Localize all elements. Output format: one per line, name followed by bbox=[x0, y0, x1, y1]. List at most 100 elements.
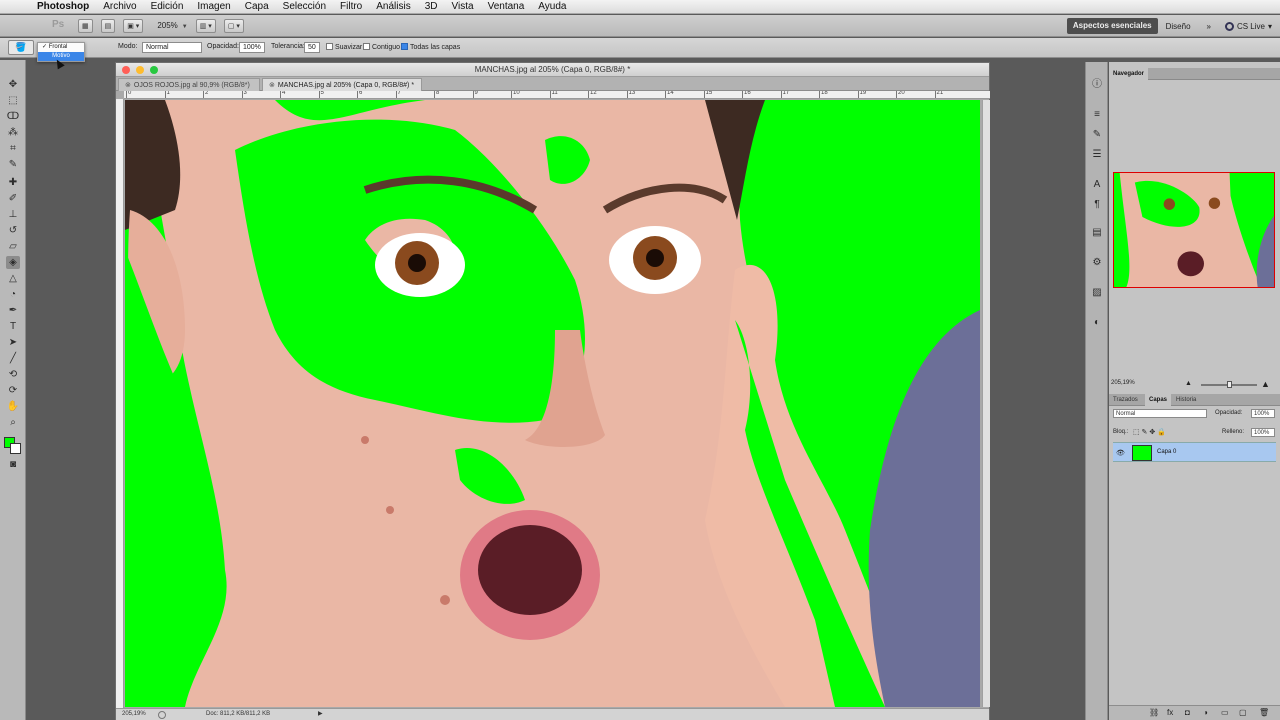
adjustments-panel-icon[interactable]: ≡ bbox=[1090, 108, 1104, 122]
status-menu-arrow-icon[interactable]: ▶ bbox=[318, 709, 323, 720]
3d-rotate-tool-icon[interactable]: ⟲ bbox=[6, 368, 20, 381]
menu-edicion[interactable]: Edición bbox=[144, 1, 191, 12]
tool-preset-picker[interactable]: 🪣 bbox=[8, 40, 34, 55]
mini-bridge-button[interactable]: ▤ bbox=[100, 18, 116, 33]
adjustment-layer-icon[interactable]: ◑ bbox=[1203, 708, 1208, 717]
3d-camera-tool-icon[interactable]: ⟳ bbox=[6, 384, 20, 397]
menu-photoshop[interactable]: Photoshop bbox=[30, 1, 96, 12]
link-layers-icon[interactable]: ⛓ bbox=[1149, 708, 1159, 717]
layer-style-icon[interactable]: fx bbox=[1167, 708, 1173, 717]
vertical-ruler[interactable] bbox=[116, 99, 124, 708]
tab-ojos-rojos[interactable]: ⊗ OJOS ROJOS.jpg al 90,9% (RGB/8*) bbox=[118, 78, 260, 91]
document-titlebar[interactable]: MANCHAS.jpg al 205% (Capa 0, RGB/8#) * bbox=[116, 63, 989, 77]
type-tool-icon[interactable]: T bbox=[6, 320, 20, 333]
opacity-field[interactable]: 100% bbox=[239, 42, 265, 53]
view-extras-button[interactable]: ▣ ▾ bbox=[123, 18, 144, 33]
trash-icon[interactable]: 🗑 bbox=[1259, 708, 1269, 717]
new-group-icon[interactable]: ▭ bbox=[1221, 708, 1229, 717]
status-info-icon[interactable] bbox=[158, 711, 166, 719]
arrange-documents-button[interactable]: ▥ ▾ bbox=[195, 18, 216, 33]
horizontal-ruler[interactable]: 0 1 2 3 4 5 6 7 8 9 10 11 12 13 14 15 16 17 18 19 20 21 bbox=[124, 91, 990, 99]
all-layers-checkbox[interactable]: Todas las capas bbox=[401, 43, 460, 51]
fill-source-option-frontal[interactable]: ✓ Frontal bbox=[38, 43, 84, 52]
lock-icons[interactable]: ⬚ ✎ ✥ 🔒 bbox=[1133, 428, 1166, 436]
paint-bucket-tool-icon[interactable]: ◈ bbox=[6, 256, 20, 269]
brush-tool-icon[interactable]: ✐ bbox=[6, 192, 20, 205]
menu-imagen[interactable]: Imagen bbox=[190, 1, 237, 12]
menu-seleccion[interactable]: Selección bbox=[276, 1, 333, 12]
new-layer-icon[interactable]: ▢ bbox=[1239, 708, 1247, 717]
minimize-window-icon[interactable] bbox=[136, 66, 144, 74]
background-color-swatch[interactable] bbox=[10, 443, 21, 454]
marquee-tool-icon[interactable]: ⬚ bbox=[6, 94, 20, 107]
tab-capas[interactable]: Capas bbox=[1145, 394, 1172, 406]
contiguous-checkbox[interactable]: Contiguo bbox=[363, 43, 400, 51]
paragraph-panel-icon[interactable]: ¶ bbox=[1090, 198, 1104, 212]
navigator-zoom-value[interactable]: 205,19% bbox=[1111, 380, 1135, 386]
brushes-panel-icon[interactable]: ✎ bbox=[1090, 128, 1104, 142]
workspace-essentials-button[interactable]: Aspectos esenciales bbox=[1066, 18, 1158, 34]
healing-brush-tool-icon[interactable]: ✚ bbox=[6, 176, 20, 189]
zoom-level-select[interactable]: 205% ▼ bbox=[157, 21, 187, 30]
menu-3d[interactable]: 3D bbox=[418, 1, 445, 12]
dodge-tool-icon[interactable]: ◔ bbox=[6, 288, 20, 301]
shape-tool-icon[interactable]: ╱ bbox=[6, 352, 20, 365]
smooth-checkbox[interactable]: Suavizar bbox=[326, 43, 362, 51]
3d-panel-icon[interactable]: ◐ bbox=[1090, 316, 1104, 330]
menu-ayuda[interactable]: Ayuda bbox=[531, 1, 573, 12]
layer-opacity-field[interactable]: 100% bbox=[1251, 409, 1275, 418]
menu-ventana[interactable]: Ventana bbox=[481, 1, 532, 12]
vertical-scrollbar[interactable] bbox=[982, 100, 990, 707]
history-brush-tool-icon[interactable]: ↺ bbox=[6, 224, 20, 237]
styles-panel-icon[interactable]: ▤ bbox=[1090, 226, 1104, 240]
clone-stamp-tool-icon[interactable]: ⊥ bbox=[6, 208, 20, 221]
clone-source-panel-icon[interactable]: ☰ bbox=[1090, 148, 1104, 162]
cs-live-button[interactable]: CS Live ▾ bbox=[1224, 21, 1272, 31]
navigator-zoom-slider-knob[interactable] bbox=[1227, 381, 1232, 388]
layer-name[interactable]: Capa 0 bbox=[1157, 449, 1176, 455]
zoom-tool-icon[interactable]: ⌕ bbox=[6, 416, 20, 429]
zoom-in-icon[interactable]: ▲ bbox=[1261, 379, 1270, 389]
navigator-thumbnail[interactable] bbox=[1113, 172, 1275, 288]
blend-mode-select[interactable]: Normal bbox=[1113, 409, 1207, 418]
tolerance-field[interactable]: 50 bbox=[304, 42, 320, 53]
screen-mode-button[interactable]: ▢ ▾ bbox=[223, 18, 244, 33]
move-tool-icon[interactable]: ✥ bbox=[6, 78, 20, 91]
tab-trazados[interactable]: Trazados bbox=[1109, 394, 1142, 406]
info-panel-icon[interactable]: ⓘ bbox=[1090, 78, 1104, 92]
quick-mask-icon[interactable]: ◙ bbox=[6, 458, 20, 471]
actions-panel-icon[interactable]: ⚙ bbox=[1090, 256, 1104, 270]
navigator-image-icon[interactable]: ▨ bbox=[1090, 286, 1104, 300]
tab-historia[interactable]: Historia bbox=[1172, 394, 1200, 406]
tab-navegador[interactable]: Navegador bbox=[1109, 68, 1149, 80]
menu-vista[interactable]: Vista bbox=[445, 1, 481, 12]
zoom-out-icon[interactable]: ▲ bbox=[1185, 380, 1192, 387]
fill-field[interactable]: 100% bbox=[1251, 428, 1275, 437]
menu-analisis[interactable]: Análisis bbox=[369, 1, 417, 12]
bridge-button[interactable]: ▦ bbox=[78, 18, 93, 33]
eyedropper-tool-icon[interactable]: ✎ bbox=[6, 158, 20, 171]
zoom-window-icon[interactable] bbox=[150, 66, 158, 74]
menu-archivo[interactable]: Archivo bbox=[96, 1, 143, 12]
workspace-design-button[interactable]: Diseño bbox=[1158, 22, 1199, 31]
more-workspaces-button[interactable]: » bbox=[1199, 22, 1219, 31]
eraser-tool-icon[interactable]: ▱ bbox=[6, 240, 20, 253]
menu-filtro[interactable]: Filtro bbox=[333, 1, 369, 12]
crop-tool-icon[interactable]: ⌗ bbox=[6, 142, 20, 155]
close-window-icon[interactable] bbox=[122, 66, 130, 74]
pen-tool-icon[interactable]: ✒ bbox=[6, 304, 20, 317]
path-selection-tool-icon[interactable]: ➤ bbox=[6, 336, 20, 349]
menu-capa[interactable]: Capa bbox=[238, 1, 276, 12]
layer-row[interactable]: 👁 Capa 0 bbox=[1113, 442, 1276, 462]
tab-manchas[interactable]: ⊗ MANCHAS.jpg al 205% (Capa 0, RGB/8#) * bbox=[262, 78, 422, 91]
close-tab-icon[interactable]: ⊗ bbox=[269, 82, 275, 89]
character-panel-icon[interactable]: A bbox=[1090, 178, 1104, 192]
lasso-tool-icon[interactable]: ↀ bbox=[6, 110, 20, 123]
mode-select[interactable]: Normal bbox=[142, 42, 202, 53]
visibility-eye-icon[interactable]: 👁 bbox=[1116, 449, 1125, 457]
status-zoom[interactable]: 205,19% bbox=[122, 709, 146, 720]
hand-tool-icon[interactable]: ✋ bbox=[6, 400, 20, 413]
add-mask-icon[interactable]: ◘ bbox=[1185, 708, 1190, 717]
image-canvas[interactable] bbox=[125, 100, 980, 707]
close-tab-icon[interactable]: ⊗ bbox=[125, 82, 131, 89]
